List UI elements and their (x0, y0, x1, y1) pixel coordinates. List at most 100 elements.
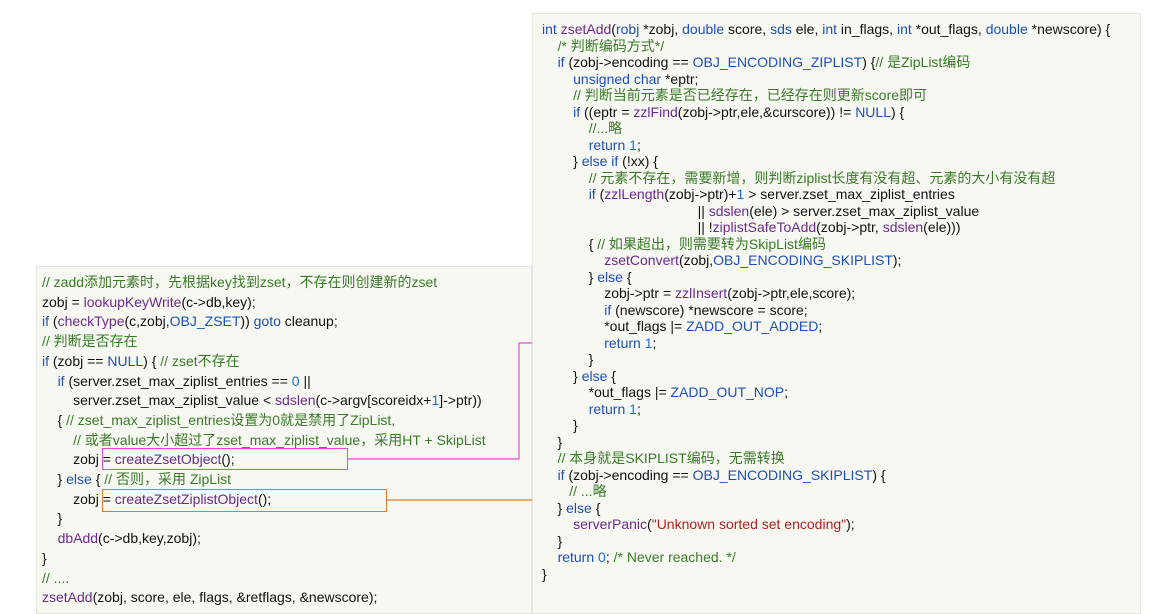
code-line: // 元素不存在，需要新增，则判断ziplist长度有没有超、元素的大小有没有超 (542, 169, 1056, 187)
code-token: ; (652, 334, 657, 351)
code-token: ) { (890, 103, 905, 120)
code-token: if (57, 372, 65, 389)
code-token: (newscore) *newscore = score; (611, 301, 808, 318)
code-token: *newscore) { (1027, 21, 1111, 37)
code-token: if (42, 313, 49, 330)
code-token: else (566, 499, 592, 516)
code-token: else (581, 367, 608, 384)
code-token: { (91, 471, 105, 487)
code-token: ele, (791, 21, 823, 37)
highlight-box-create-zset-object (102, 448, 348, 470)
code-line: return 1; (542, 401, 641, 418)
code-token: goto (253, 313, 281, 330)
code-token: 1 (644, 334, 653, 351)
code-token: /* 判断编码方式*/ (557, 37, 665, 54)
code-token: OBJ_ENCODING_ZIPLIST (692, 54, 863, 70)
code-token: zzlFind (633, 103, 678, 120)
code-token: (zobj->ptr, (816, 219, 883, 235)
code-line: // ...略 (542, 483, 607, 500)
code-token: // zset不存在 (160, 352, 240, 369)
code-token: unsigned char (573, 70, 662, 87)
code-token: cleanup; (280, 313, 338, 330)
code-line: zsetConvert(zobj,OBJ_ENCODING_SKIPLIST); (542, 252, 901, 269)
code-token: ; (784, 384, 789, 400)
code-token: } (42, 510, 63, 527)
code-token: (ele))) (923, 219, 961, 235)
code-line: if (newscore) *newscore = score; (542, 301, 808, 319)
code-line: // .... (42, 570, 69, 587)
code-token: (!xx) { (618, 153, 658, 169)
code-token: //...略 (588, 120, 623, 136)
code-token: } (542, 433, 563, 450)
code-token: if (557, 54, 565, 70)
code-line: *out_flags |= ZADD_OUT_ADDED; (542, 318, 822, 335)
code-token: else (66, 471, 92, 487)
code-line: // 或者value大小超过了zset_max_ziplist_value，采用… (42, 432, 486, 449)
code-line: zsetAdd(zobj, score, ele, flags, &retfla… (42, 589, 377, 606)
code-token: sdslen (708, 202, 750, 219)
code-token: ]->ptr)) (439, 392, 482, 409)
code-line: } (542, 351, 594, 368)
code-token: OBJ_ENCODING_SKIPLIST (692, 466, 873, 483)
code-token: (ele) > server.zset_max_ziplist_value (749, 202, 980, 219)
code-token: || ! (542, 219, 713, 235)
code-token: (zobj->encoding == (564, 54, 693, 70)
code-token: { (607, 367, 616, 384)
code-token: *out_flags |= (542, 318, 687, 334)
code-token: ZADD_OUT_NOP (670, 384, 785, 400)
code-line: int zsetAdd(robj *zobj, double score, sd… (542, 21, 1110, 38)
code-token: return (588, 136, 626, 153)
code-token: ; (636, 400, 641, 417)
code-token: || (542, 202, 709, 219)
code-token: } (542, 351, 594, 367)
code-token: } (542, 417, 578, 433)
code-token: ) { (862, 54, 876, 70)
code-token: (c->argv[scoreidx+ (315, 392, 432, 409)
code-token: OBJ_ZSET (169, 313, 241, 330)
code-token: > server.zset_max_ziplist_entries (744, 186, 955, 202)
code-token: } (542, 268, 598, 285)
code-token: // ...略 (569, 483, 607, 499)
code-token: double (985, 21, 1028, 37)
code-token: { (591, 499, 601, 516)
code-line: dbAdd(c->db,key,zobj); (42, 530, 201, 547)
code-token: } (542, 565, 547, 582)
highlight-box-create-zset-ziplist-object (102, 489, 387, 512)
code-token: // 判断是否存在 (42, 333, 138, 350)
code-token: ziplistSafeToAdd (712, 219, 817, 235)
code-token: ) { (143, 352, 161, 369)
code-line: } (542, 533, 563, 550)
code-token: if (42, 352, 49, 369)
code-token: 1 (629, 400, 637, 417)
code-token: zsetAdd (560, 21, 612, 37)
code-token: )) (240, 313, 254, 330)
code-line: { // zset_max_ziplist_entries设置为0就是禁用了Zi… (42, 412, 396, 429)
code-token: int (822, 21, 838, 37)
code-token: double (682, 21, 725, 37)
code-line: || !ziplistSafeToAdd(zobj->ptr, sdslen(e… (542, 219, 961, 236)
code-token: // 元素不存在，需要新增，则判断ziplist长度有没有超、元素的大小有没有超 (588, 169, 1056, 186)
code-token: } (542, 499, 567, 516)
code-token: OBJ_ENCODING_SKIPLIST (713, 252, 893, 268)
code-token: /* Never reached. */ (613, 549, 736, 565)
code-token: (zobj, score, ele, flags, &retflags, &ne… (92, 589, 378, 606)
code-line: } else { (542, 368, 616, 385)
code-token: (c->db,key); (181, 293, 256, 310)
code-line: } (42, 550, 47, 567)
code-token: if (588, 186, 596, 202)
code-token: { (542, 235, 598, 252)
code-line: return 0; /* Never reached. */ (542, 549, 736, 566)
code-token: zzlLength (604, 186, 665, 202)
code-token: (zobj->ptr)+ (664, 186, 737, 202)
code-line: // 判断是否存在 (42, 333, 138, 350)
code-token: (zobj->ptr,ele,score); (727, 285, 856, 301)
code-token: int (896, 21, 912, 37)
